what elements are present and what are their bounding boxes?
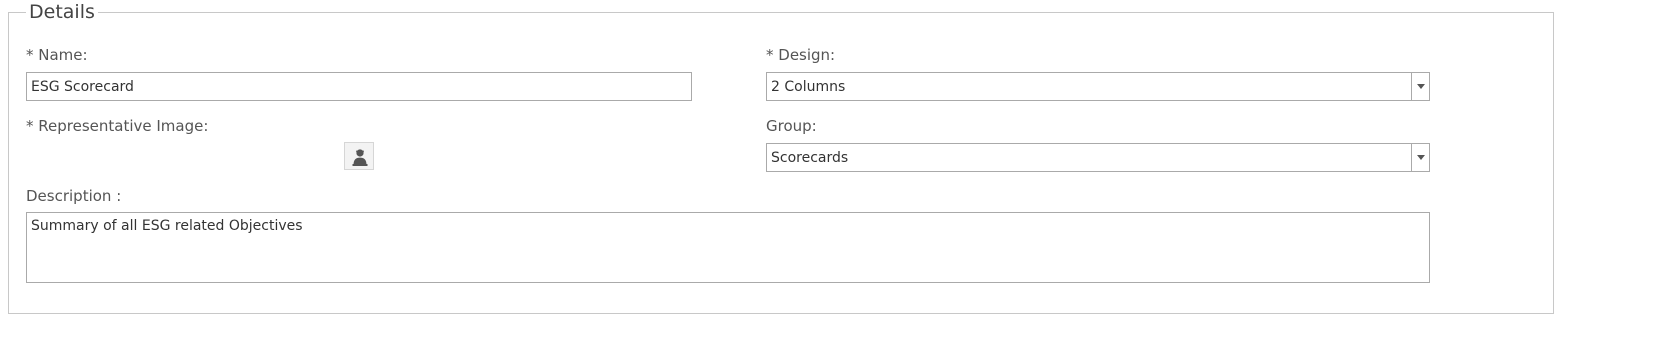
chevron-down-icon[interactable] [1411,144,1429,171]
representative-image-button[interactable] [344,142,374,170]
details-legend: Details [26,1,98,23]
description-textarea[interactable]: Summary of all ESG related Objectives [26,212,1430,283]
design-label: * Design: [766,46,836,64]
person-icon [352,149,368,166]
chevron-down-icon[interactable] [1411,73,1429,100]
design-select-value: 2 Columns [771,79,846,95]
name-label: * Name: [26,46,88,64]
representative-image-label: * Representative Image: [26,117,209,135]
description-label: Description : [26,187,122,205]
group-label: Group: [766,117,817,135]
name-input[interactable]: ESG Scorecard [26,72,692,101]
group-select[interactable]: Scorecards [766,143,1430,172]
design-select[interactable]: 2 Columns [766,72,1430,101]
group-select-value: Scorecards [771,150,849,166]
